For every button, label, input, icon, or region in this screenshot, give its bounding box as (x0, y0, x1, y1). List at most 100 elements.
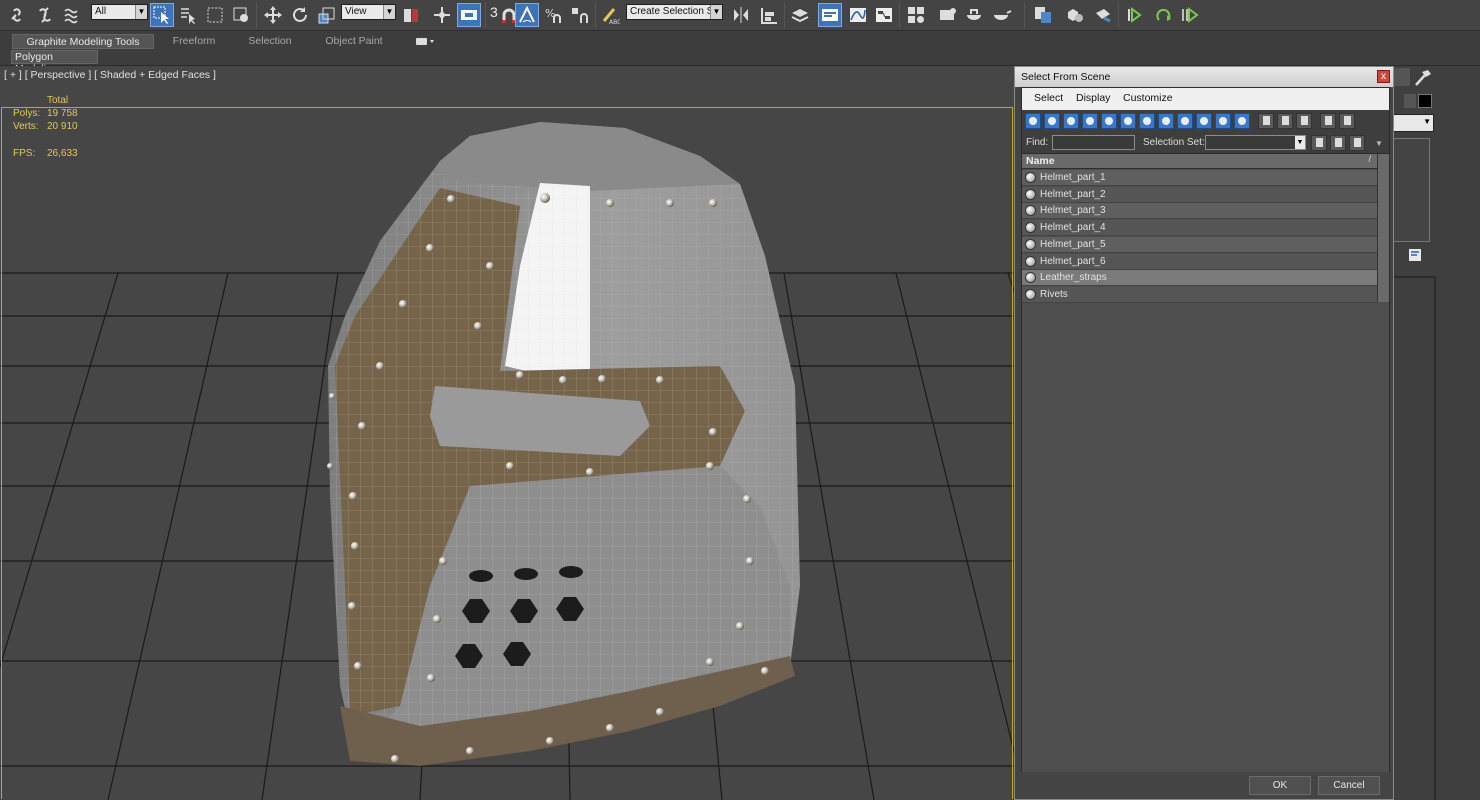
select-and-scale-icon[interactable] (315, 3, 339, 27)
panel-tab-create-icon[interactable] (1392, 68, 1410, 86)
chevron-down-icon[interactable]: ▼ (1375, 139, 1383, 148)
select-and-move-icon[interactable] (261, 3, 285, 27)
panel-dropdown[interactable]: ▼ (1390, 114, 1434, 132)
display-all-icon[interactable] (1258, 113, 1274, 129)
object-name: Helmet_part_1 (1040, 172, 1106, 183)
dialog-menu-bar: Select Display Customize (1022, 88, 1389, 110)
select-from-scene-dialog: Select From Scene x Select Display Custo… (1014, 66, 1394, 800)
rectangular-selection-region-icon[interactable] (203, 3, 227, 27)
perspective-viewport[interactable]: [ + ] [ Perspective ] [ Shaded + Edged F… (0, 66, 1014, 800)
polygon-modeling-panel[interactable]: Polygon Modeling (11, 50, 98, 75)
cancel-button[interactable]: Cancel (1318, 776, 1380, 795)
menu-select[interactable]: Select (1034, 92, 1063, 104)
remove-from-selection-set-icon[interactable] (1349, 135, 1365, 151)
ok-button[interactable]: OK (1249, 776, 1311, 795)
list-scrollbar[interactable] (1377, 154, 1389, 302)
display-space-warps-icon[interactable] (1120, 113, 1136, 129)
named-selection-set-dropdown[interactable]: Create Selection Se ▼ (626, 4, 723, 20)
curve-editor-icon[interactable] (846, 3, 870, 27)
toolbar-separator (899, 2, 900, 28)
display-none-icon[interactable] (1277, 113, 1293, 129)
hammer-icon[interactable] (1412, 68, 1434, 88)
list-item[interactable]: Helmet_part_1 (1022, 170, 1377, 186)
render-production-icon[interactable] (990, 3, 1014, 27)
window-crossing-icon[interactable] (229, 3, 253, 27)
angle-snap-toggle-icon[interactable] (515, 3, 539, 27)
toggle-scene-explorer-icon[interactable] (818, 3, 842, 27)
object-color-swatch[interactable] (1418, 94, 1432, 108)
list-item[interactable]: Helmet_part_2 (1022, 186, 1377, 203)
display-frozen-icon[interactable] (1215, 113, 1231, 129)
menu-customize[interactable]: Customize (1123, 92, 1173, 104)
bind-to-space-warp-icon[interactable] (60, 3, 84, 27)
display-helpers-icon[interactable] (1101, 113, 1117, 129)
menu-display[interactable]: Display (1076, 92, 1110, 104)
dialog-title-bar[interactable]: Select From Scene x (1015, 67, 1393, 87)
spinner-snap-toggle-icon[interactable] (568, 3, 592, 27)
tab-selection[interactable]: Selection (238, 34, 302, 49)
animation-layers-icon[interactable] (1124, 3, 1148, 27)
close-icon[interactable]: x (1377, 70, 1390, 83)
tab-object-paint[interactable]: Object Paint (318, 34, 390, 49)
display-xrefs-icon[interactable] (1158, 113, 1174, 129)
display-bones-icon[interactable] (1177, 113, 1193, 129)
list-item[interactable]: Rivets (1022, 286, 1377, 303)
select-and-manipulate-icon[interactable] (430, 3, 454, 27)
render-setup-icon[interactable] (936, 3, 960, 27)
toolbar-separator (595, 2, 596, 28)
rendered-frame-window-icon[interactable] (962, 3, 986, 27)
display-hidden-icon[interactable] (1234, 113, 1250, 129)
create-selection-set-icon[interactable] (1311, 135, 1327, 151)
keyboard-shortcut-override-icon[interactable] (457, 3, 481, 27)
list-item[interactable]: Leather_straps (1022, 270, 1377, 287)
display-containers-icon[interactable] (1196, 113, 1212, 129)
configure-modifier-sets-icon[interactable] (1408, 248, 1422, 262)
select-and-link-icon[interactable] (6, 3, 30, 27)
select-by-name-icon[interactable] (176, 3, 200, 27)
name-column-header[interactable]: Name / (1022, 154, 1377, 169)
color-swatch-gray[interactable] (1404, 94, 1416, 108)
filter-options-icon[interactable] (1339, 113, 1355, 129)
select-object-icon[interactable] (150, 3, 174, 27)
display-cameras-icon[interactable] (1082, 113, 1098, 129)
manage-layers-icon[interactable] (788, 3, 812, 27)
reference-coordinate-dropdown[interactable]: View ▼ (341, 4, 396, 20)
selection-set-dropdown[interactable]: ▼ (1205, 135, 1306, 150)
stats-fps-label: FPS: (13, 148, 36, 159)
compound-objects-icon[interactable] (1063, 3, 1087, 27)
display-geometry-icon[interactable] (1025, 113, 1041, 129)
scene-states-icon[interactable] (1031, 3, 1055, 27)
modifier-stack-list[interactable] (1390, 138, 1430, 242)
geometry-object-icon (1025, 172, 1036, 183)
schematic-view-icon[interactable] (872, 3, 896, 27)
display-groups-icon[interactable] (1139, 113, 1155, 129)
selection-filter-dropdown[interactable]: All ▼ (91, 4, 148, 20)
edit-named-selection-sets-icon[interactable]: ABC (598, 3, 622, 27)
unlink-selection-icon[interactable] (33, 3, 57, 27)
tab-freeform[interactable]: Freeform (163, 34, 225, 49)
key-mode-icon[interactable] (1152, 3, 1176, 27)
list-item[interactable]: Helmet_part_3 (1022, 203, 1377, 220)
ribbon-options-icon[interactable] (416, 36, 436, 47)
named-selection-set-value: Create Selection Se (630, 6, 719, 17)
play-animation-icon[interactable] (1178, 3, 1202, 27)
filter-icon[interactable] (1320, 113, 1336, 129)
percent-snap-toggle-icon[interactable]: % (542, 3, 566, 27)
add-to-selection-set-icon[interactable] (1330, 135, 1346, 151)
select-and-rotate-icon[interactable] (288, 3, 312, 27)
material-editor-icon[interactable] (904, 3, 928, 27)
list-item[interactable]: Helmet_part_4 (1022, 220, 1377, 237)
find-input[interactable] (1052, 135, 1135, 150)
list-item[interactable]: Helmet_part_6 (1022, 253, 1377, 270)
display-shapes-icon[interactable] (1044, 113, 1060, 129)
display-lights-icon[interactable] (1063, 113, 1079, 129)
align-icon[interactable] (757, 3, 781, 27)
display-invert-icon[interactable] (1296, 113, 1312, 129)
tab-graphite-modeling-tools[interactable]: Graphite Modeling Tools (12, 34, 154, 49)
container-icon[interactable] (1091, 3, 1115, 27)
mirror-icon[interactable] (729, 3, 753, 27)
use-pivot-point-icon[interactable] (399, 3, 423, 27)
viewport-label[interactable]: [ + ] [ Perspective ] [ Shaded + Edged F… (4, 69, 216, 81)
list-item[interactable]: Helmet_part_5 (1022, 236, 1377, 253)
toolbar-separator (1118, 2, 1119, 28)
